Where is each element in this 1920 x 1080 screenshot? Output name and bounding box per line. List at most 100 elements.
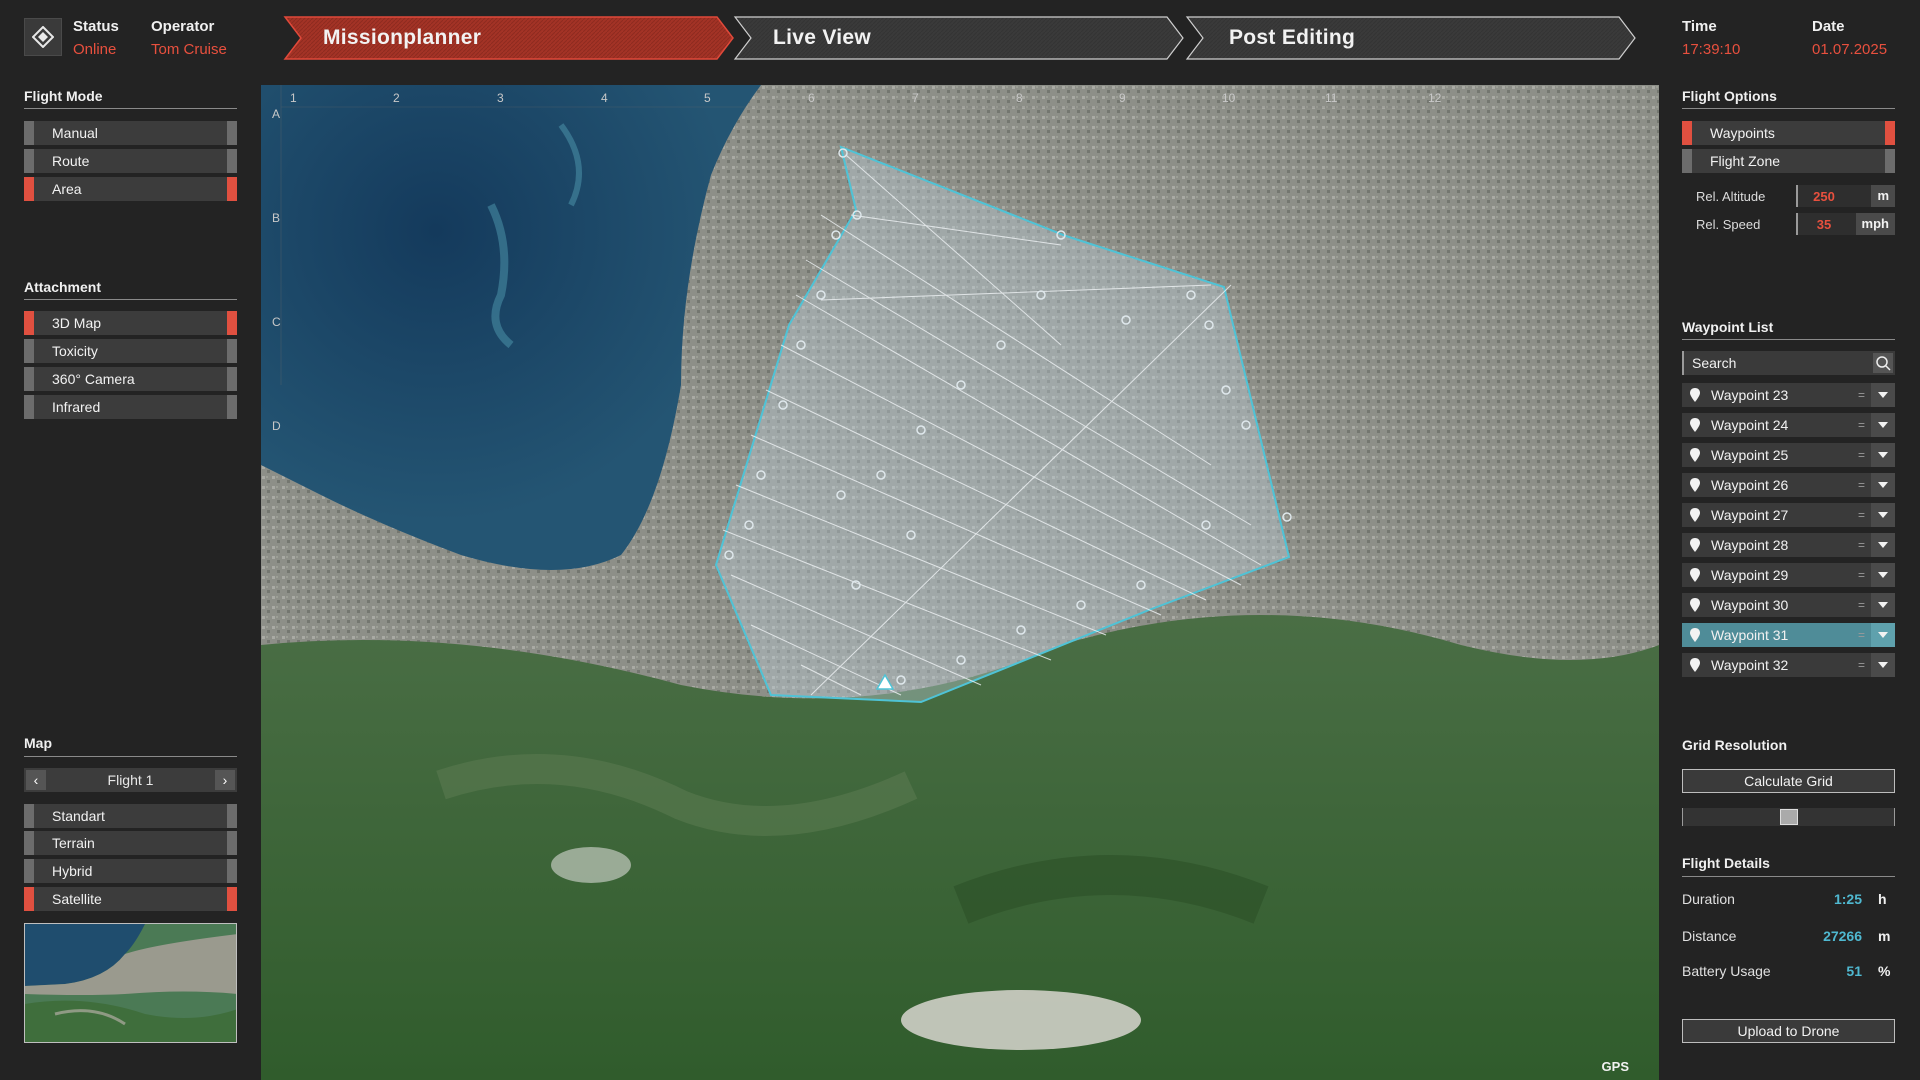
waypoint-item[interactable]: Waypoint 32 = bbox=[1682, 653, 1895, 677]
battery-usage-unit: % bbox=[1878, 963, 1891, 979]
chevron-down-icon[interactable] bbox=[1871, 503, 1895, 527]
rel-speed-unit: mph bbox=[1855, 213, 1895, 235]
waypoint-list-title: Waypoint List bbox=[1682, 319, 1774, 335]
date-label: Date bbox=[1812, 18, 1845, 35]
pin-icon bbox=[1690, 388, 1700, 402]
waypoint-label: Waypoint 32 bbox=[1711, 657, 1789, 673]
flight-mode-manual[interactable]: Manual bbox=[24, 121, 237, 145]
grid-col-label: 7 bbox=[912, 91, 919, 105]
date-value: 01.07.2025 bbox=[1812, 41, 1888, 58]
waypoint-label: Waypoint 28 bbox=[1711, 537, 1789, 553]
chevron-down-icon[interactable] bbox=[1871, 443, 1895, 467]
waypoint-label: Waypoint 25 bbox=[1711, 447, 1789, 463]
waypoint-item[interactable]: Waypoint 25 = bbox=[1682, 443, 1895, 467]
drag-handle-icon[interactable]: = bbox=[1858, 653, 1865, 677]
gps-label: GPS bbox=[1601, 1059, 1629, 1074]
map-type-hybrid[interactable]: Hybrid bbox=[24, 859, 237, 883]
tab-post-editing[interactable]: Post Editing bbox=[1185, 16, 1637, 60]
divider bbox=[24, 756, 237, 757]
grid-col-label: 9 bbox=[1119, 91, 1126, 105]
pin-icon bbox=[1690, 568, 1700, 582]
waypoint-label: Waypoint 30 bbox=[1711, 597, 1789, 613]
chevron-down-icon[interactable] bbox=[1871, 413, 1895, 437]
chevron-down-icon[interactable] bbox=[1871, 563, 1895, 587]
map-type-standart[interactable]: Standart bbox=[24, 804, 237, 828]
grid-col-label: 5 bbox=[704, 91, 711, 105]
grid-col-label: 12 bbox=[1428, 91, 1442, 105]
grid-row-label: C bbox=[272, 315, 281, 329]
search-icon[interactable] bbox=[1873, 353, 1893, 373]
drag-handle-icon[interactable]: = bbox=[1858, 563, 1865, 587]
drag-handle-icon[interactable]: = bbox=[1858, 383, 1865, 407]
duration-value: 1:25 bbox=[1833, 891, 1862, 907]
drag-handle-icon[interactable]: = bbox=[1858, 473, 1865, 497]
distance-value: 27266 bbox=[1823, 928, 1862, 944]
grid-row-label: D bbox=[272, 419, 281, 433]
drag-handle-icon[interactable]: = bbox=[1858, 593, 1865, 617]
flight-selector-label: Flight 1 bbox=[107, 772, 154, 788]
rel-altitude-field[interactable]: 250 m bbox=[1796, 185, 1895, 207]
flight-option-flight-zone[interactable]: Flight Zone bbox=[1682, 149, 1895, 173]
pin-icon bbox=[1690, 628, 1700, 642]
waypoint-item[interactable]: Waypoint 30 = bbox=[1682, 593, 1895, 617]
distance-unit: m bbox=[1878, 928, 1891, 944]
waypoint-item[interactable]: Waypoint 29 = bbox=[1682, 563, 1895, 587]
flight-mode-route[interactable]: Route bbox=[24, 149, 237, 173]
upload-to-drone-button[interactable]: Upload to Drone bbox=[1682, 1019, 1895, 1043]
pin-icon bbox=[1690, 418, 1700, 432]
waypoint-label: Waypoint 26 bbox=[1711, 477, 1789, 493]
chevron-down-icon[interactable] bbox=[1871, 383, 1895, 407]
waypoint-label: Waypoint 31 bbox=[1711, 627, 1789, 643]
calculate-grid-button[interactable]: Calculate Grid bbox=[1682, 769, 1895, 793]
map-view[interactable]: 1 2 3 4 5 6 7 8 9 10 11 12 A B C D GPS bbox=[261, 85, 1659, 1080]
pin-icon bbox=[1690, 538, 1700, 552]
map-type-terrain[interactable]: Terrain bbox=[24, 831, 237, 855]
waypoint-item[interactable]: Waypoint 23 = bbox=[1682, 383, 1895, 407]
grid-col-label: 2 bbox=[393, 91, 400, 105]
flight-option-waypoints[interactable]: Waypoints bbox=[1682, 121, 1895, 145]
waypoint-search-input[interactable]: Search bbox=[1682, 351, 1895, 375]
flight-mode-area[interactable]: Area bbox=[24, 177, 237, 201]
chevron-right-icon[interactable]: › bbox=[215, 770, 235, 790]
tab-label: Post Editing bbox=[1229, 26, 1356, 49]
waypoint-item[interactable]: Waypoint 28 = bbox=[1682, 533, 1895, 557]
drag-handle-icon[interactable]: = bbox=[1858, 623, 1865, 647]
chevron-down-icon[interactable] bbox=[1871, 593, 1895, 617]
chevron-left-icon[interactable]: ‹ bbox=[26, 770, 46, 790]
waypoint-item[interactable]: Waypoint 27 = bbox=[1682, 503, 1895, 527]
waypoint-item[interactable]: Waypoint 31 = bbox=[1682, 623, 1895, 647]
divider bbox=[24, 108, 237, 109]
time-label: Time bbox=[1682, 18, 1717, 35]
divider bbox=[1682, 108, 1895, 109]
attachment-3d-map[interactable]: 3D Map bbox=[24, 311, 237, 335]
rel-speed-field[interactable]: 35 mph bbox=[1796, 213, 1895, 235]
grid-resolution-slider[interactable] bbox=[1682, 808, 1895, 826]
grid-row-label: B bbox=[272, 211, 281, 225]
flight-details-title: Flight Details bbox=[1682, 855, 1770, 871]
chevron-down-icon[interactable] bbox=[1871, 473, 1895, 497]
rel-altitude-unit: m bbox=[1871, 185, 1895, 207]
drag-handle-icon[interactable]: = bbox=[1858, 503, 1865, 527]
waypoint-item[interactable]: Waypoint 24 = bbox=[1682, 413, 1895, 437]
grid-col-label: 6 bbox=[808, 91, 815, 105]
waypoint-item[interactable]: Waypoint 26 = bbox=[1682, 473, 1895, 497]
drag-handle-icon[interactable]: = bbox=[1858, 533, 1865, 557]
duration-label: Duration bbox=[1682, 891, 1735, 907]
tab-missionplanner[interactable]: Missionplanner bbox=[283, 16, 735, 60]
drag-handle-icon[interactable]: = bbox=[1858, 413, 1865, 437]
attachment-toxicity[interactable]: Toxicity bbox=[24, 339, 237, 363]
minimap[interactable] bbox=[24, 923, 237, 1043]
drag-handle-icon[interactable]: = bbox=[1858, 443, 1865, 467]
tab-live-view[interactable]: Live View bbox=[733, 16, 1185, 60]
chevron-down-icon[interactable] bbox=[1871, 653, 1895, 677]
pin-icon bbox=[1690, 658, 1700, 672]
chevron-down-icon[interactable] bbox=[1871, 533, 1895, 557]
status-label: Status bbox=[73, 18, 119, 35]
map-type-satellite[interactable]: Satellite bbox=[24, 887, 237, 911]
slider-handle[interactable] bbox=[1779, 809, 1798, 825]
attachment-360-camera[interactable]: 360° Camera bbox=[24, 367, 237, 391]
attachment-infrared[interactable]: Infrared bbox=[24, 395, 237, 419]
tab-label: Live View bbox=[773, 26, 872, 49]
chevron-down-icon[interactable] bbox=[1871, 623, 1895, 647]
operator-label: Operator bbox=[151, 18, 215, 35]
